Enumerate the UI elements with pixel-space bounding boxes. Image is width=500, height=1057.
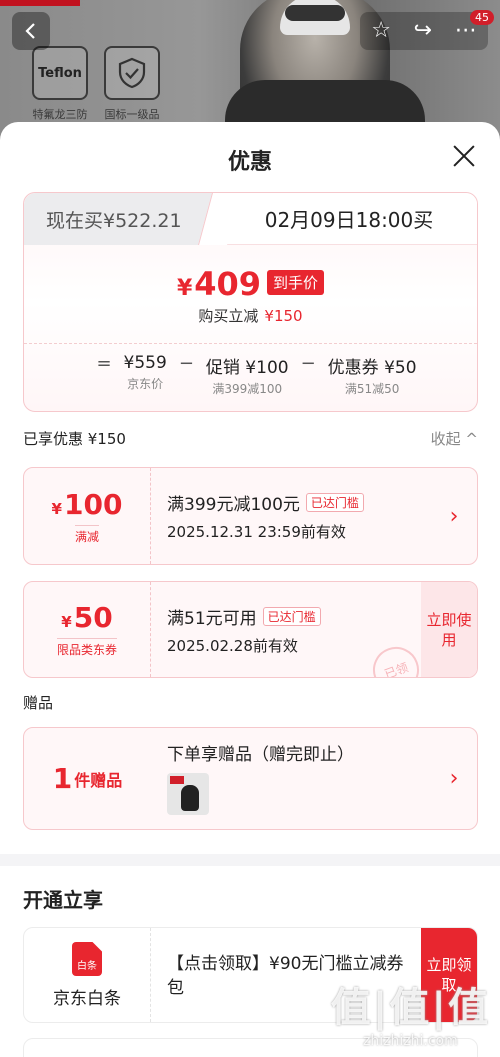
breakdown-coupon-value: 优惠券 ¥50 bbox=[327, 358, 417, 378]
nav-actions: ☆ ↪ ⋯ bbox=[360, 12, 488, 50]
coupon-tag: 满减 bbox=[74, 524, 99, 545]
enjoyed-discount: 已享优惠 ¥150 bbox=[23, 430, 126, 448]
breakdown-promo-label: 满399减100 bbox=[212, 382, 283, 396]
site-watermark: 值|值|值 zhizhizhi.com bbox=[331, 975, 490, 1049]
glove-icon bbox=[181, 785, 199, 811]
watermark-logo: 值|值|值 bbox=[330, 985, 490, 1031]
use-now-button[interactable]: 立即使用 bbox=[421, 582, 477, 677]
direct-cut: 购买立减 ¥150 bbox=[24, 305, 477, 326]
coupon-title: 满399元减100元 bbox=[167, 495, 300, 515]
top-accent-bar bbox=[0, 0, 80, 6]
chevron-right-icon[interactable]: › bbox=[431, 468, 477, 564]
gift-title: 下单享赠品（赠完即止） bbox=[167, 745, 354, 765]
tab-buy-now[interactable]: 现在买¥522.21 bbox=[24, 193, 229, 245]
close-icon[interactable] bbox=[450, 142, 478, 170]
final-price-value: 409 bbox=[194, 265, 262, 303]
coupon-title-row: 满399元减100元 已达门槛 bbox=[167, 490, 431, 515]
coupon-yen: ¥ bbox=[51, 499, 62, 518]
gift-info: 下单享赠品（赠完即止） bbox=[151, 728, 431, 829]
message-badge: 45 bbox=[470, 10, 494, 25]
coupon-tag: 限品类东券 bbox=[56, 638, 117, 658]
coupon-full-reduction[interactable]: ¥100 满减 满399元减100元 已达门槛 2025.12.31 23:59前… bbox=[23, 467, 478, 565]
coupon-status: 已达门槛 bbox=[305, 493, 364, 512]
minus-sign: − bbox=[178, 353, 194, 374]
breakdown-promo-value: 促销 ¥100 bbox=[205, 358, 289, 378]
direct-cut-amount: ¥150 bbox=[264, 307, 303, 325]
open-section-title: 开通立享 bbox=[23, 888, 103, 912]
gift-section-title: 赠品 bbox=[23, 694, 54, 712]
final-price-yen: ¥ bbox=[176, 276, 193, 301]
coupon-amount-value: 100 bbox=[63, 487, 123, 521]
divider bbox=[24, 343, 477, 344]
goggles-photo bbox=[285, 5, 345, 21]
price-card: 现在买¥522.21 02月09日18:00买 ¥ 409 到手价 购买立减 ¥1… bbox=[23, 192, 478, 412]
breakdown-coupon-label: 满51减50 bbox=[344, 382, 400, 396]
coupon-amount-block: ¥100 满减 bbox=[24, 468, 151, 564]
equals-sign: = bbox=[96, 353, 112, 374]
sheet-title: 优惠 bbox=[227, 150, 272, 175]
product-background: Teflon 特氟龙三防 国标一级品 ☆ ↪ ⋯ 45 bbox=[0, 0, 500, 140]
sheet-header: 优惠 bbox=[0, 122, 500, 192]
back-button[interactable] bbox=[12, 12, 50, 50]
coupon-category: ¥50 限品类东券 满51元可用 已达门槛 2025.02.28前有效 已领 立即… bbox=[23, 581, 478, 678]
teflon-icon: Teflon bbox=[32, 46, 88, 100]
gift-count-value: 1 bbox=[52, 762, 73, 795]
collapse-button[interactable]: 收起 ^ bbox=[431, 428, 478, 449]
price-breakdown: = ¥559 京东价 − 促销 ¥100 满399减100 − 优惠券 ¥50 … bbox=[24, 353, 477, 397]
baitiao-logo-icon: 白条 bbox=[72, 941, 102, 976]
gift-glove-image[interactable] bbox=[167, 773, 209, 815]
baitiao-name: 京东白条 bbox=[53, 988, 121, 1009]
shield-check-icon bbox=[104, 46, 160, 100]
tab-buy-later[interactable]: 02月09日18:00买 bbox=[219, 193, 477, 245]
final-price: ¥ 409 到手价 bbox=[24, 265, 477, 303]
direct-cut-label: 购买立减 bbox=[198, 307, 259, 325]
coupon-amount-block: ¥50 限品类东券 bbox=[24, 582, 151, 677]
gift-card[interactable]: 1 件赠品 下单享赠品（赠完即止） › bbox=[23, 727, 478, 830]
breakdown-base: ¥559 京东价 bbox=[124, 353, 167, 392]
coupon-info: 满399元减100元 已达门槛 2025.12.31 23:59前有效 bbox=[151, 468, 431, 564]
coupon-status: 已达门槛 bbox=[262, 607, 321, 626]
feature-label: 特氟龙三防 bbox=[32, 108, 88, 121]
breakdown-coupon: 优惠券 ¥50 满51减50 bbox=[328, 353, 417, 397]
feature-teflon: Teflon 特氟龙三防 bbox=[28, 46, 92, 122]
minus-sign: − bbox=[300, 353, 316, 374]
tab-buy-later-label: 02月09日18:00买 bbox=[264, 208, 434, 232]
coupon-amount: ¥50 bbox=[61, 601, 112, 634]
final-price-tag: 到手价 bbox=[267, 270, 325, 295]
watermark-url: zhizhizhi.com bbox=[363, 1033, 458, 1049]
baitiao-brand: 白条 京东白条 bbox=[24, 928, 151, 1022]
feature-grade: 国标一级品 bbox=[100, 46, 164, 122]
breakdown-promo: 促销 ¥100 满399减100 bbox=[206, 353, 289, 397]
coupon-title: 满51元可用 bbox=[167, 609, 257, 629]
gift-count-unit: 件赠品 bbox=[74, 770, 123, 790]
chevron-left-icon bbox=[25, 23, 35, 39]
share-icon[interactable]: ↪ bbox=[414, 20, 432, 42]
chevron-right-icon[interactable]: › bbox=[431, 728, 477, 829]
discount-sheet: 优惠 现在买¥522.21 02月09日18:00买 ¥ 409 到手价 购买立… bbox=[0, 122, 500, 1057]
gift-count: 1 件赠品 bbox=[24, 728, 151, 829]
coupon-title-row: 满51元可用 已达门槛 bbox=[167, 604, 421, 629]
section-divider bbox=[0, 854, 500, 866]
brand-tag bbox=[170, 776, 184, 784]
feature-label: 国标一级品 bbox=[104, 108, 160, 121]
coupon-yen: ¥ bbox=[61, 613, 72, 631]
breakdown-base-label: 京东价 bbox=[127, 377, 164, 391]
coupon-amount-value: 50 bbox=[73, 601, 113, 634]
coupon-amount: ¥100 bbox=[52, 488, 123, 521]
star-icon[interactable]: ☆ bbox=[371, 20, 391, 42]
breakdown-base-value: ¥559 bbox=[123, 353, 167, 373]
coupon-expiry: 2025.12.31 23:59前有效 bbox=[167, 523, 346, 541]
